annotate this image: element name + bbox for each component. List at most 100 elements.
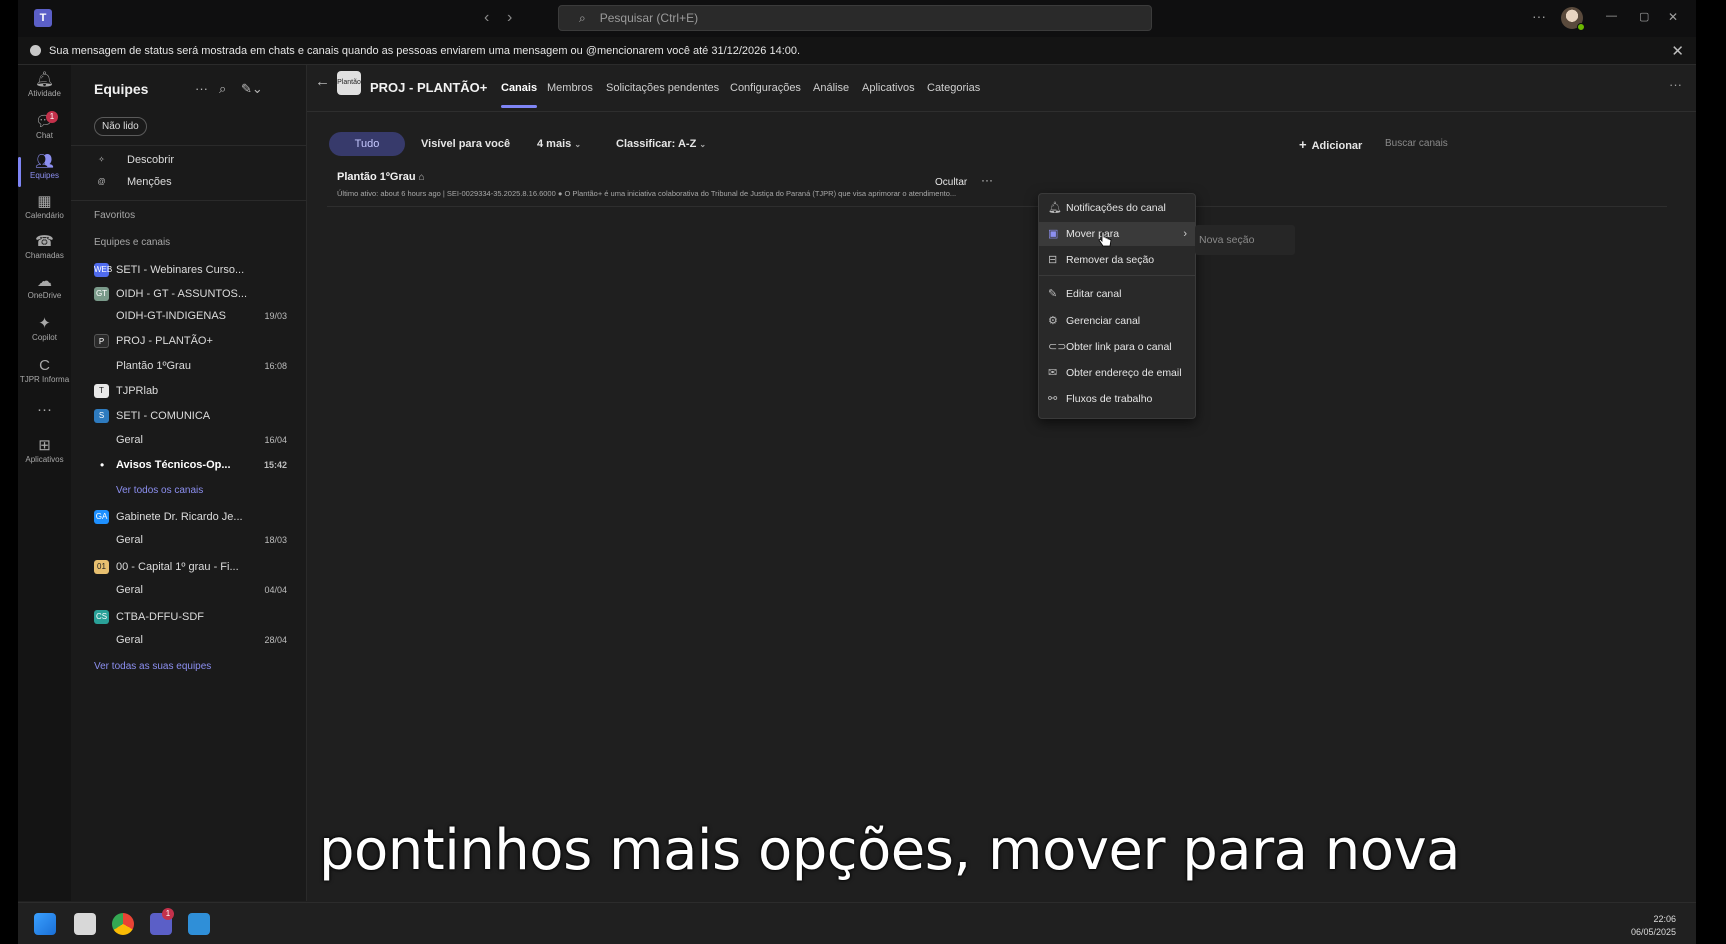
menu-item-edit-channel[interactable]: ✎ Editar canal (1039, 282, 1195, 306)
channel-more-options-button[interactable]: ··· (981, 173, 993, 187)
forward-arrow-icon[interactable]: › (507, 9, 512, 27)
menu-label: Remover da seção (1066, 254, 1155, 266)
mail-icon: ✉ (1048, 367, 1058, 379)
banner-close-icon[interactable]: ✕ (1671, 42, 1684, 60)
team-name: TJPRlab (116, 385, 159, 397)
divider (71, 200, 307, 201)
back-arrow-icon[interactable]: ‹ (484, 9, 489, 27)
unread-filter-chip[interactable]: Não lido (94, 117, 147, 136)
channel-time: 16:08 (264, 361, 287, 371)
team-name: Gabinete Dr. Ricardo Je... (116, 511, 243, 523)
app-taskbar-icon[interactable] (188, 913, 210, 935)
channel-item[interactable]: OIDH-GT-INDIGENAS 19/03 (71, 307, 307, 327)
channel-name: Geral (116, 534, 143, 546)
channel-item[interactable]: Plantão 1ºGrau 16:08 (71, 357, 307, 377)
file-explorer-icon[interactable] (74, 913, 96, 935)
system-clock[interactable]: 22:06 06/05/2025 (1631, 913, 1676, 939)
team-item[interactable]: GT OIDH - GT - ASSUNTOS... (71, 285, 307, 305)
rail-item-apps[interactable]: ⊞ Aplicativos (18, 437, 71, 477)
rail-label: Equipes (30, 171, 59, 180)
filter-visible[interactable]: Visível para você (421, 138, 510, 150)
more-options-icon[interactable]: ··· (1669, 77, 1682, 92)
chat-icon: 💬︎ (34, 113, 55, 130)
windows-taskbar: 1 22:06 06/05/2025 (18, 902, 1696, 944)
teams-logo-icon: T (34, 9, 52, 27)
rail-item-calls[interactable]: ☎ Chamadas (18, 233, 71, 273)
menu-item-get-email[interactable]: ✉ Obter endereço de email (1039, 361, 1195, 385)
windows-start-icon[interactable] (34, 913, 56, 935)
at-icon: @ (97, 177, 106, 186)
tab-channels[interactable]: Canais (501, 82, 538, 108)
minimize-button[interactable]: — (1606, 10, 1617, 22)
add-label: Adicionar (1311, 140, 1363, 152)
rail-item-onedrive[interactable]: ☁ OneDrive (18, 273, 71, 313)
search-input[interactable]: ⌕ Pesquisar (Ctrl+E) (558, 5, 1152, 31)
gear-icon: ⚙ (1048, 315, 1058, 327)
rail-label: Calendário (25, 211, 64, 220)
rail-item-activity[interactable]: 🔔︎ Atividade (18, 71, 71, 111)
restore-button[interactable]: ▢ (1639, 10, 1649, 23)
menu-label: Obter endereço de email (1066, 367, 1182, 379)
mentions-item[interactable]: @ Menções (71, 173, 307, 193)
team-item[interactable]: GA Gabinete Dr. Ricardo Je... (71, 508, 307, 528)
rail-item-chat[interactable]: 💬︎ 1 Chat (18, 111, 71, 153)
move-icon: ▣ (1048, 228, 1059, 240)
settings-more-button[interactable]: ··· (1532, 8, 1546, 24)
see-all-teams-link[interactable]: Ver todas as suas equipes (94, 661, 211, 672)
submenu-new-section[interactable]: Nova seção (1195, 225, 1295, 255)
channel-item[interactable]: Geral 28/04 (71, 631, 307, 651)
hand-cursor-icon (1098, 231, 1112, 247)
menu-item-manage-channel[interactable]: ⚙ Gerenciar canal (1039, 309, 1195, 333)
rail-label: Atividade (28, 89, 61, 98)
tab-members[interactable]: Membros (547, 82, 593, 94)
teams-icon: 👥︎ (34, 153, 55, 170)
back-arrow-icon[interactable]: ← (315, 73, 330, 90)
rail-item-calendar[interactable]: ▦ Calendário (18, 193, 71, 233)
filter-more[interactable]: 4 mais ⌄ (537, 138, 581, 150)
channel-item[interactable]: Geral 18/03 (71, 531, 307, 551)
rail-item-teams[interactable]: 👥︎ Equipes (18, 153, 71, 193)
channel-item[interactable]: • Avisos Técnicos-Op... 15:42 (71, 456, 307, 476)
menu-item-move-to[interactable]: ▣ Mover para › (1039, 222, 1195, 246)
avatar[interactable] (1561, 7, 1585, 31)
filter-all-pill[interactable]: Tudo (329, 132, 405, 156)
chrome-icon[interactable] (112, 913, 134, 935)
hide-channel-button[interactable]: Ocultar (935, 177, 967, 188)
sort-dropdown[interactable]: Classificar: A-Z ⌄ (616, 138, 706, 150)
add-channel-button[interactable]: + Adicionar (1299, 137, 1362, 152)
search-icon[interactable]: ⌕ (219, 81, 226, 97)
team-item[interactable]: T TJPRlab (71, 382, 307, 402)
teams-taskbar-icon[interactable]: 1 (150, 908, 174, 935)
team-item[interactable]: P PROJ - PLANTÃO+ (71, 332, 307, 352)
channel-row-name[interactable]: Plantão 1ºGrau ⌂ (337, 171, 425, 183)
tab-categories[interactable]: Categorias (927, 82, 980, 94)
channel-item[interactable]: Geral 16/04 (71, 431, 307, 451)
see-all-channels-link[interactable]: Ver todos os canais (116, 485, 203, 496)
channel-name: Geral (116, 634, 143, 646)
rail-item-tjpr[interactable]: C TJPR Informa (18, 357, 71, 397)
discover-label: Descobrir (127, 154, 175, 166)
calendar-icon: ▦ (37, 193, 52, 210)
tab-analytics[interactable]: Análise (813, 82, 849, 94)
tab-pending-requests[interactable]: Solicitações pendentes (606, 82, 719, 94)
menu-item-notifications[interactable]: 🔔︎ Notificações do canal (1039, 196, 1195, 220)
channel-context-menu: 🔔︎ Notificações do canal ▣ Mover para › ⊟ R… (1038, 193, 1196, 419)
team-item[interactable]: CS CTBA-DFFU-SDF (71, 608, 307, 628)
find-channels-input[interactable]: Buscar canais (1385, 138, 1448, 149)
close-window-button[interactable]: ✕ (1668, 10, 1678, 24)
discover-item[interactable]: ✧ Descobrir (71, 151, 307, 171)
tab-apps[interactable]: Aplicativos (862, 82, 915, 94)
team-item[interactable]: WEB SETI - Webinares Curso... (71, 261, 307, 281)
rail-item-copilot[interactable]: ✦ Copilot (18, 315, 71, 355)
menu-item-workflows[interactable]: ⚯ Fluxos de trabalho (1039, 387, 1195, 411)
channel-item[interactable]: Geral 04/04 (71, 581, 307, 601)
menu-item-remove-section[interactable]: ⊟ Remover da seção (1039, 248, 1195, 272)
more-options-icon[interactable]: ··· (195, 81, 208, 96)
team-item[interactable]: 01 00 - Capital 1º grau - Fi... (71, 558, 307, 578)
menu-label: Notificações do canal (1066, 202, 1166, 214)
team-item[interactable]: S SETI - COMUNICA (71, 407, 307, 427)
compose-icon[interactable]: ✎⌄ (241, 81, 263, 97)
menu-item-get-link[interactable]: ⊂⊃ Obter link para o canal (1039, 335, 1195, 359)
tab-settings[interactable]: Configurações (730, 82, 801, 94)
rail-item-more[interactable]: ··· (18, 401, 71, 441)
